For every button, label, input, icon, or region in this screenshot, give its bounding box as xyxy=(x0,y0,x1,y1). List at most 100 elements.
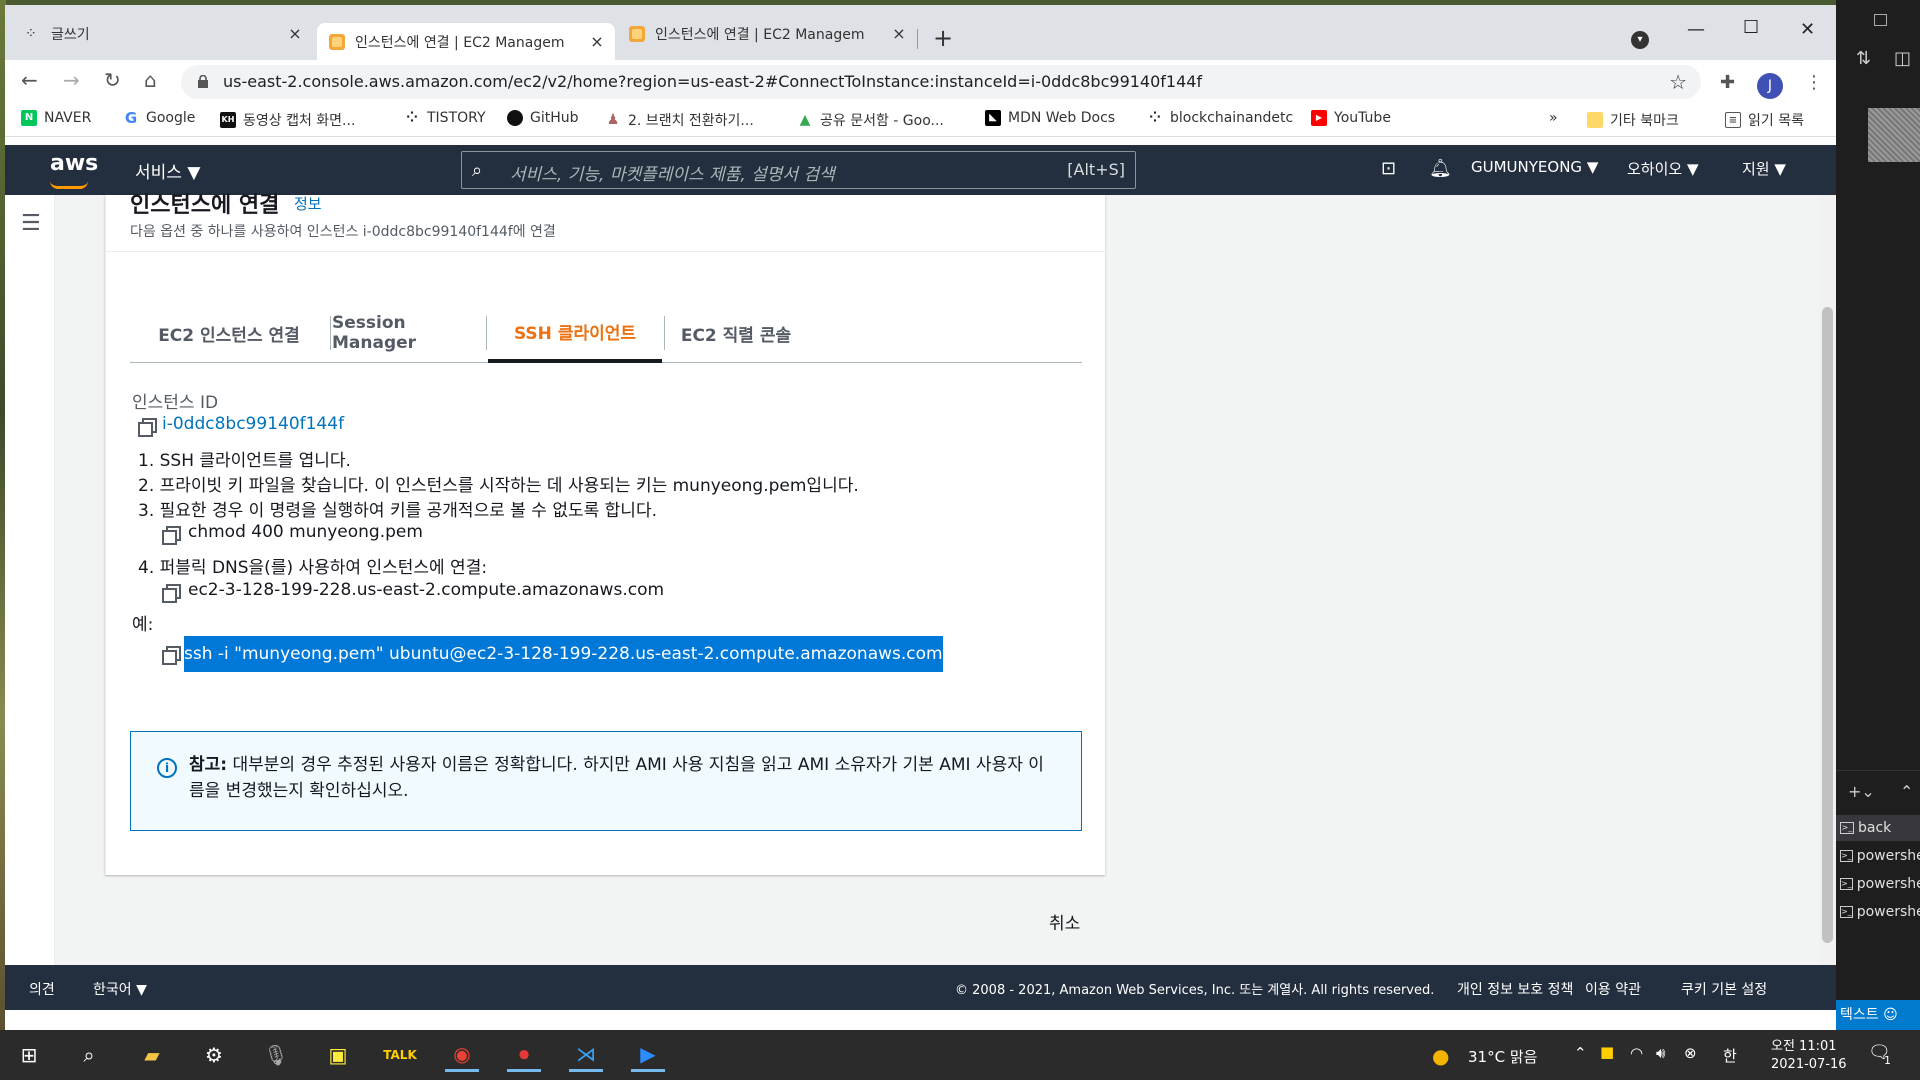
tab-write[interactable]: ⁘ 글쓰기 × xyxy=(13,18,313,49)
instance-id-link[interactable]: i-0ddc8bc99140f144f xyxy=(162,414,344,434)
split-editor-icon[interactable]: ◫ xyxy=(1894,48,1911,69)
scrollbar-thumb[interactable] xyxy=(1822,307,1833,943)
other-bookmarks-folder[interactable]: 기타 북마크 xyxy=(1587,110,1679,130)
support-menu[interactable]: 지원 ▼ xyxy=(1742,158,1786,179)
reload-icon[interactable]: ↻ xyxy=(104,68,121,92)
sticky-notes-icon[interactable]: ▣ xyxy=(321,1038,355,1072)
new-terminal-icon[interactable]: +⌄ xyxy=(1848,782,1875,801)
recorder-icon[interactable]: ⏺ xyxy=(507,1038,541,1072)
volume-icon[interactable]: 🔊︎ xyxy=(1656,1044,1665,1062)
kakaotalk-icon[interactable]: TALK xyxy=(383,1038,417,1072)
reading-list-button[interactable]: ≡ 읽기 목록 xyxy=(1725,110,1804,130)
close-tab-icon[interactable]: × xyxy=(587,32,607,51)
forward-icon[interactable]: → xyxy=(63,68,80,92)
copy-icon[interactable] xyxy=(162,526,181,545)
windows-start-icon[interactable]: ⊞ xyxy=(12,1038,46,1072)
side-nav-rail: ☰ xyxy=(5,195,55,965)
maximize-icon[interactable]: ☐ xyxy=(1743,17,1759,38)
bookmark-item[interactable]: ⁘ blockchainandetc xyxy=(1147,110,1293,126)
tab-search-icon[interactable]: ▾ xyxy=(1631,31,1649,49)
microphone-app-icon[interactable]: 🎙︎ xyxy=(259,1038,293,1072)
bookmark-item[interactable]: N NAVER xyxy=(21,110,91,126)
new-tab-button[interactable]: + xyxy=(933,24,953,52)
tab-ec2-connect[interactable]: 인스턴스에 연결 | EC2 Managem × xyxy=(617,18,917,49)
account-label: GUMUNYEONG xyxy=(1471,158,1583,176)
weather-text[interactable]: 31°C 맑음 xyxy=(1468,1046,1537,1067)
tab-session-manager[interactable]: Session Manager xyxy=(332,303,484,363)
close-tab-icon[interactable]: × xyxy=(285,24,305,43)
wifi-icon[interactable]: ◠ xyxy=(1630,1044,1643,1062)
menu-dots-icon[interactable]: ⋮ xyxy=(1805,72,1823,93)
file-explorer-icon[interactable]: ▰ xyxy=(135,1038,169,1072)
terms-link[interactable]: 이용 약관 xyxy=(1585,979,1641,999)
clock-time[interactable]: 오전 11:01 xyxy=(1771,1035,1837,1054)
settings-gear-icon[interactable]: ⚙ xyxy=(197,1038,231,1072)
kakaotalk-tray-icon[interactable]: ■ xyxy=(1600,1043,1614,1061)
bookmark-item[interactable]: ◣ MDN Web Docs xyxy=(985,110,1115,126)
ime-indicator[interactable]: 한 xyxy=(1723,1045,1737,1066)
aws-logo[interactable]: aws xyxy=(50,151,98,189)
compare-icon[interactable]: ⇅ xyxy=(1856,48,1871,69)
bookmark-item[interactable]: G Google xyxy=(123,110,196,126)
services-menu[interactable]: 서비스 ▼ xyxy=(135,158,200,183)
language-selector[interactable]: 한국어 ▼ xyxy=(93,979,147,999)
terminal-item[interactable]: >_powershell xyxy=(1836,843,1920,869)
tab-ec2-instance-connect[interactable]: EC2 인스턴스 연결 xyxy=(130,303,328,363)
home-icon[interactable]: ⌂ xyxy=(144,68,157,92)
bookmark-item[interactable]: ▲ 공유 문서함 - Goo... xyxy=(797,110,944,130)
page-scrollbar[interactable] xyxy=(1819,195,1836,965)
aws-box-icon xyxy=(629,25,645,42)
chevron-up-icon[interactable]: ⌃ xyxy=(1574,1044,1587,1062)
terminal-item[interactable]: >_ back xyxy=(1836,815,1920,841)
copy-icon[interactable] xyxy=(162,584,181,603)
tab-ec2-serial-console[interactable]: EC2 직렬 콘솔 xyxy=(666,303,806,363)
caret-down-icon: ▼ xyxy=(1586,158,1599,176)
cancel-button[interactable]: 취소 xyxy=(1049,909,1080,934)
bookmark-item[interactable]: KH 동영상 캡처 화면... xyxy=(220,110,355,130)
cookie-settings-link[interactable]: 쿠키 기본 설정 xyxy=(1681,979,1767,999)
chrome-icon[interactable]: ◉ xyxy=(445,1038,479,1072)
search-placeholder: 서비스, 기능, 마켓플레이스 제품, 설명서 검색 xyxy=(510,165,835,185)
hamburger-menu-icon[interactable]: ☰ xyxy=(21,211,41,236)
account-menu[interactable]: GUMUNYEONG ▼ xyxy=(1471,158,1598,176)
close-window-icon[interactable]: ✕ xyxy=(1800,19,1815,40)
feedback-link[interactable]: 의견 xyxy=(29,979,55,999)
cloudshell-icon[interactable]: ⊡ xyxy=(1381,158,1396,179)
bookmark-item[interactable]: ▶ YouTube xyxy=(1311,110,1391,126)
terminal-item[interactable]: >_powershell xyxy=(1836,899,1920,925)
profile-avatar[interactable]: J xyxy=(1757,73,1783,99)
bookmark-item[interactable]: ⁘ TISTORY xyxy=(404,110,485,126)
region-menu[interactable]: 오하이오 ▼ xyxy=(1627,158,1699,179)
address-bar[interactable]: us-east-2.console.aws.amazon.com/ec2/v2/… xyxy=(181,65,1701,99)
vscode-icon[interactable]: ⋊ xyxy=(569,1038,603,1072)
zoom-icon[interactable]: ▶ xyxy=(631,1038,665,1072)
info-link[interactable]: 정보 xyxy=(294,193,322,214)
close-tab-icon[interactable]: × xyxy=(889,24,909,43)
minimize-icon[interactable]: — xyxy=(1687,19,1705,40)
search-icon[interactable]: ⌕ xyxy=(72,1038,106,1072)
bookmarks-overflow-button[interactable]: » xyxy=(1549,110,1558,126)
terminal-icon: >_ xyxy=(1840,878,1853,890)
tistory-icon: ⁘ xyxy=(25,25,37,42)
maximize-icon[interactable] xyxy=(1874,14,1887,26)
back-icon[interactable]: ← xyxy=(21,68,38,92)
bookmark-item[interactable]: GitHub xyxy=(507,110,579,126)
bell-icon[interactable]: 🔔︎ xyxy=(1429,158,1452,179)
feedback-icon[interactable]: ☺ xyxy=(1883,1007,1898,1023)
chmod-command: chmod 400 munyeong.pem xyxy=(188,522,423,542)
mute-x-icon[interactable]: ⊗ xyxy=(1684,1044,1697,1062)
clock-date[interactable]: 2021-07-16 xyxy=(1771,1057,1847,1072)
tab-ssh-client[interactable]: SSH 클라이언트 xyxy=(488,303,662,363)
tab-ec2-connect-active[interactable]: 인스턴스에 연결 | EC2 Managem × xyxy=(317,23,615,60)
copy-icon[interactable] xyxy=(162,646,181,665)
extensions-icon[interactable]: ✚ xyxy=(1720,72,1735,93)
copy-icon[interactable] xyxy=(138,418,157,437)
bookmark-item[interactable]: ♟ 2. 브랜치 전환하기... xyxy=(605,110,754,130)
windows-taskbar: ⊞ ⌕ ▰ ⚙ 🎙︎ ▣ TALK ◉ ⏺ ⋊ ▶ ● 31°C 맑음 ⌃ ■ … xyxy=(0,1030,1920,1080)
chevron-up-icon[interactable]: ⌃ xyxy=(1900,782,1913,801)
terminal-item[interactable]: >_powershell xyxy=(1836,871,1920,897)
ssh-command-selected[interactable]: ssh -i "munyeong.pem" ubuntu@ec2-3-128-1… xyxy=(184,636,943,672)
aws-search-bar[interactable]: ⌕ 서비스, 기능, 마켓플레이스 제품, 설명서 검색 [Alt+S] xyxy=(461,151,1136,189)
bookmark-star-icon[interactable]: ☆ xyxy=(1669,70,1687,94)
privacy-link[interactable]: 개인 정보 보호 정책 xyxy=(1457,979,1573,999)
